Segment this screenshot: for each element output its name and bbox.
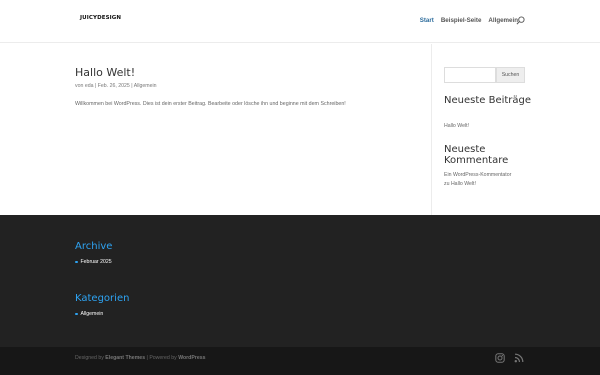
categories-title: Kategorien: [75, 293, 130, 304]
nav-item-start[interactable]: Start: [420, 17, 434, 24]
sidebar-divider: [431, 44, 432, 215]
search-icon[interactable]: [516, 16, 525, 25]
post-title[interactable]: Hallo Welt!: [75, 66, 135, 79]
footer-credits: Designed by Elegant Themes | Powered by …: [75, 355, 206, 361]
site-logo[interactable]: JUICYDESIGN: [80, 15, 121, 21]
wordpress-link[interactable]: WordPress: [178, 355, 205, 361]
sidebar-search-button[interactable]: Suchen: [496, 67, 525, 83]
archive-title: Archive: [75, 241, 113, 252]
recent-comment-post-link[interactable]: Hallo Welt!: [451, 181, 476, 187]
category-item[interactable]: Allgemein: [75, 311, 103, 317]
category-item-label[interactable]: Allgemein: [81, 311, 104, 317]
recent-comment-author[interactable]: Ein WordPress-Kommentator: [444, 171, 511, 180]
site-header: JUICYDESIGN Start Beispiel-Seite Allgeme…: [0, 0, 600, 43]
recent-comments-title: Neueste Kommentare: [444, 144, 509, 166]
post-category[interactable]: Allgemein: [134, 83, 157, 89]
post-date: Feb. 26, 2025: [97, 83, 130, 89]
post-meta: von eda | Feb. 26, 2025 | Allgemein: [75, 83, 157, 89]
bullet-icon: [75, 260, 78, 264]
recent-posts-title: Neueste Beiträge: [444, 95, 532, 106]
sidebar-search-input[interactable]: [444, 67, 496, 83]
bullet-icon: [75, 312, 78, 316]
recent-comment-on: zu: [444, 181, 450, 187]
elegant-themes-link[interactable]: Elegant Themes: [105, 355, 145, 361]
post-author[interactable]: eda: [85, 83, 94, 89]
recent-comment-post: zu Hallo Welt!: [444, 180, 476, 189]
instagram-icon[interactable]: [495, 353, 505, 363]
archive-item-label[interactable]: Februar 2025: [81, 259, 112, 265]
post-excerpt: Willkommen bei WordPress. Dies ist dein …: [75, 101, 346, 107]
site-footer: [0, 215, 600, 347]
recent-post-link[interactable]: Hallo Welt!: [444, 122, 469, 131]
footer-bottom-bar: [0, 347, 600, 375]
nav-item-allgemein[interactable]: Allgemein: [488, 17, 518, 24]
main-nav: Start Beispiel-Seite Allgemein: [420, 17, 518, 24]
archive-item[interactable]: Februar 2025: [75, 259, 112, 265]
nav-item-beispiel-seite[interactable]: Beispiel-Seite: [441, 17, 482, 24]
rss-icon[interactable]: [514, 353, 524, 363]
post-author-prefix: von: [75, 83, 84, 89]
